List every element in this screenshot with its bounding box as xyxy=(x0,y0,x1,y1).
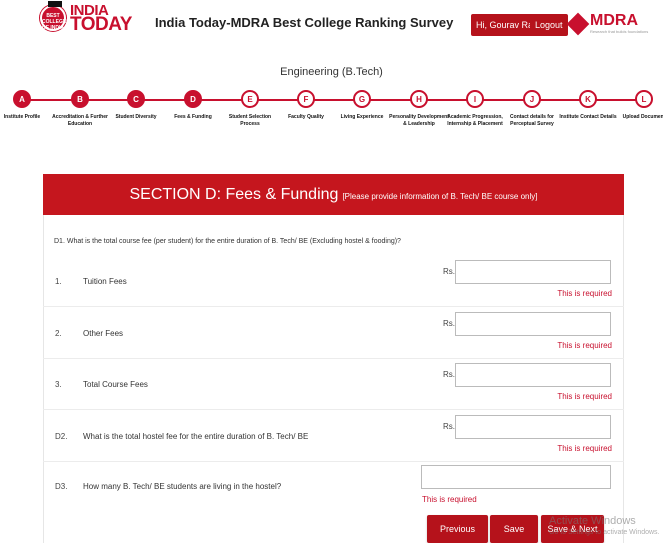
row-number: 2. xyxy=(55,329,62,338)
step-label: Personality Development & Leadership xyxy=(389,114,449,127)
row-divider xyxy=(43,306,624,307)
currency-prefix: Rs. xyxy=(443,370,455,379)
india-today-logo[interactable]: BEST COLLEGES OF INDIA INDIA TODAY xyxy=(40,1,132,35)
section-note: [Please provide information of B. Tech/ … xyxy=(342,191,538,201)
required-error: This is required xyxy=(557,289,612,298)
step-label: Institute Contact Details xyxy=(559,114,617,120)
mdra-diamond-icon xyxy=(566,12,590,36)
amount-input[interactable] xyxy=(455,260,611,284)
required-error: This is required xyxy=(422,495,477,504)
form-row: D3. How many B. Tech/ BE students are liv… xyxy=(43,465,624,509)
step-circle[interactable]: H xyxy=(410,90,428,108)
step-circle[interactable]: I xyxy=(466,90,484,108)
step-b[interactable]: B Accreditation & Further Education xyxy=(50,90,110,128)
row-number: D2. xyxy=(55,432,68,441)
step-circle[interactable]: F xyxy=(297,90,315,108)
row-divider xyxy=(43,358,624,359)
step-label: Upload Document xyxy=(622,114,663,120)
row-label: Tuition Fees xyxy=(83,277,127,286)
required-error: This is required xyxy=(557,341,612,350)
step-circle[interactable]: B xyxy=(71,90,89,108)
row-number: D3. xyxy=(55,482,68,491)
section-header: SECTION D: Fees & Funding [Please provid… xyxy=(43,174,624,215)
page-title: India Today-MDRA Best College Ranking Su… xyxy=(155,15,454,30)
windows-activation-watermark: Activate Windows Go to Settings to activ… xyxy=(549,515,660,536)
row-number: 3. xyxy=(55,380,62,389)
graduation-cap-icon xyxy=(48,1,62,7)
step-circle[interactable]: J xyxy=(523,90,541,108)
step-circle[interactable]: L xyxy=(635,90,653,108)
step-label: Faculty Quality xyxy=(288,114,324,120)
logo-line-2: TODAY xyxy=(70,14,132,35)
currency-prefix: Rs. xyxy=(443,422,455,431)
step-d[interactable]: D Fees & Funding xyxy=(163,90,223,121)
step-circle[interactable]: D xyxy=(184,90,202,108)
logo-wordmark: INDIA TODAY xyxy=(70,3,132,35)
step-label: Academic Progression, Internship & Place… xyxy=(447,114,503,127)
amount-input[interactable] xyxy=(455,415,611,439)
amount-input[interactable] xyxy=(455,363,611,387)
step-f[interactable]: F Faculty Quality xyxy=(276,90,336,121)
step-k[interactable]: K Institute Contact Details xyxy=(558,90,618,121)
mdra-logo: MDRA Research that builds foundations xyxy=(566,12,649,36)
step-c[interactable]: C Student Diversity xyxy=(106,90,166,121)
logout-button[interactable]: Logout xyxy=(530,14,568,36)
watermark-line-2: Go to Settings to activate Windows. xyxy=(549,529,660,536)
previous-button[interactable]: Previous xyxy=(427,515,488,543)
step-a[interactable]: A Institute Profile xyxy=(0,90,52,121)
step-label: Living Experience xyxy=(340,114,384,120)
step-circle[interactable]: E xyxy=(241,90,259,108)
save-button[interactable]: Save xyxy=(490,515,538,543)
step-label: Contact details for Perceptual Survey xyxy=(510,114,554,127)
amount-input[interactable] xyxy=(421,465,611,489)
seal-text: BEST COLLEGES OF INDIA xyxy=(42,13,70,31)
amount-input[interactable] xyxy=(455,312,611,336)
step-circle[interactable]: A xyxy=(13,90,31,108)
question-d1: D1. What is the total course fee (per st… xyxy=(54,238,401,245)
step-label: Institute Profile xyxy=(3,114,41,120)
row-label: How many B. Tech/ BE students are living… xyxy=(83,482,282,491)
mdra-wordmark: MDRA xyxy=(590,12,638,29)
step-label: Student Diversity xyxy=(115,114,157,120)
form-row: 3. Total Course Fees Rs. This is required xyxy=(43,363,624,407)
progress-stepper: A Institute Profile B Accreditation & Furth… xyxy=(0,86,663,156)
step-circle[interactable]: K xyxy=(579,90,597,108)
row-label: Other Fees xyxy=(83,329,124,338)
step-circle[interactable]: G xyxy=(353,90,371,108)
row-divider xyxy=(43,461,624,462)
step-l[interactable]: L Upload Document xyxy=(614,90,663,121)
form-row: D2. What is the total hostel fee for the … xyxy=(43,415,624,459)
currency-prefix: Rs. xyxy=(443,267,455,276)
row-number: 1. xyxy=(55,277,62,286)
step-circle[interactable]: C xyxy=(127,90,145,108)
currency-prefix: Rs. xyxy=(443,319,455,328)
step-e[interactable]: E Student Selection Process xyxy=(220,90,280,128)
row-label: What is the total hostel fee for the ent… xyxy=(83,432,309,441)
step-label: Student Selection Process xyxy=(228,114,272,127)
form-row: 2. Other Fees Rs. This is required xyxy=(43,312,624,356)
step-label: Accreditation & Further Education xyxy=(52,114,108,127)
step-j[interactable]: J Contact details for Perceptual Survey xyxy=(502,90,562,128)
step-h[interactable]: H Personality Development & Leadership xyxy=(389,90,449,128)
form-row: 1. Tuition Fees Rs. This is required xyxy=(43,260,624,304)
stream-title: Engineering (B.Tech) xyxy=(280,66,383,78)
step-i[interactable]: I Academic Progression, Internship & Plac… xyxy=(445,90,505,128)
watermark-line-1: Activate Windows xyxy=(549,515,636,527)
header: BEST COLLEGES OF INDIA INDIA TODAY India… xyxy=(0,0,663,50)
required-error: This is required xyxy=(557,392,612,401)
mdra-tagline: Research that builds foundations xyxy=(590,29,649,34)
step-g[interactable]: G Living Experience xyxy=(332,90,392,121)
step-label: Fees & Funding xyxy=(174,114,212,120)
row-divider xyxy=(43,409,624,410)
row-label: Total Course Fees xyxy=(83,380,148,389)
best-colleges-seal-icon: BEST COLLEGES OF INDIA xyxy=(40,1,70,31)
required-error: This is required xyxy=(557,444,612,453)
section-title: SECTION D: Fees & Funding xyxy=(129,185,339,203)
